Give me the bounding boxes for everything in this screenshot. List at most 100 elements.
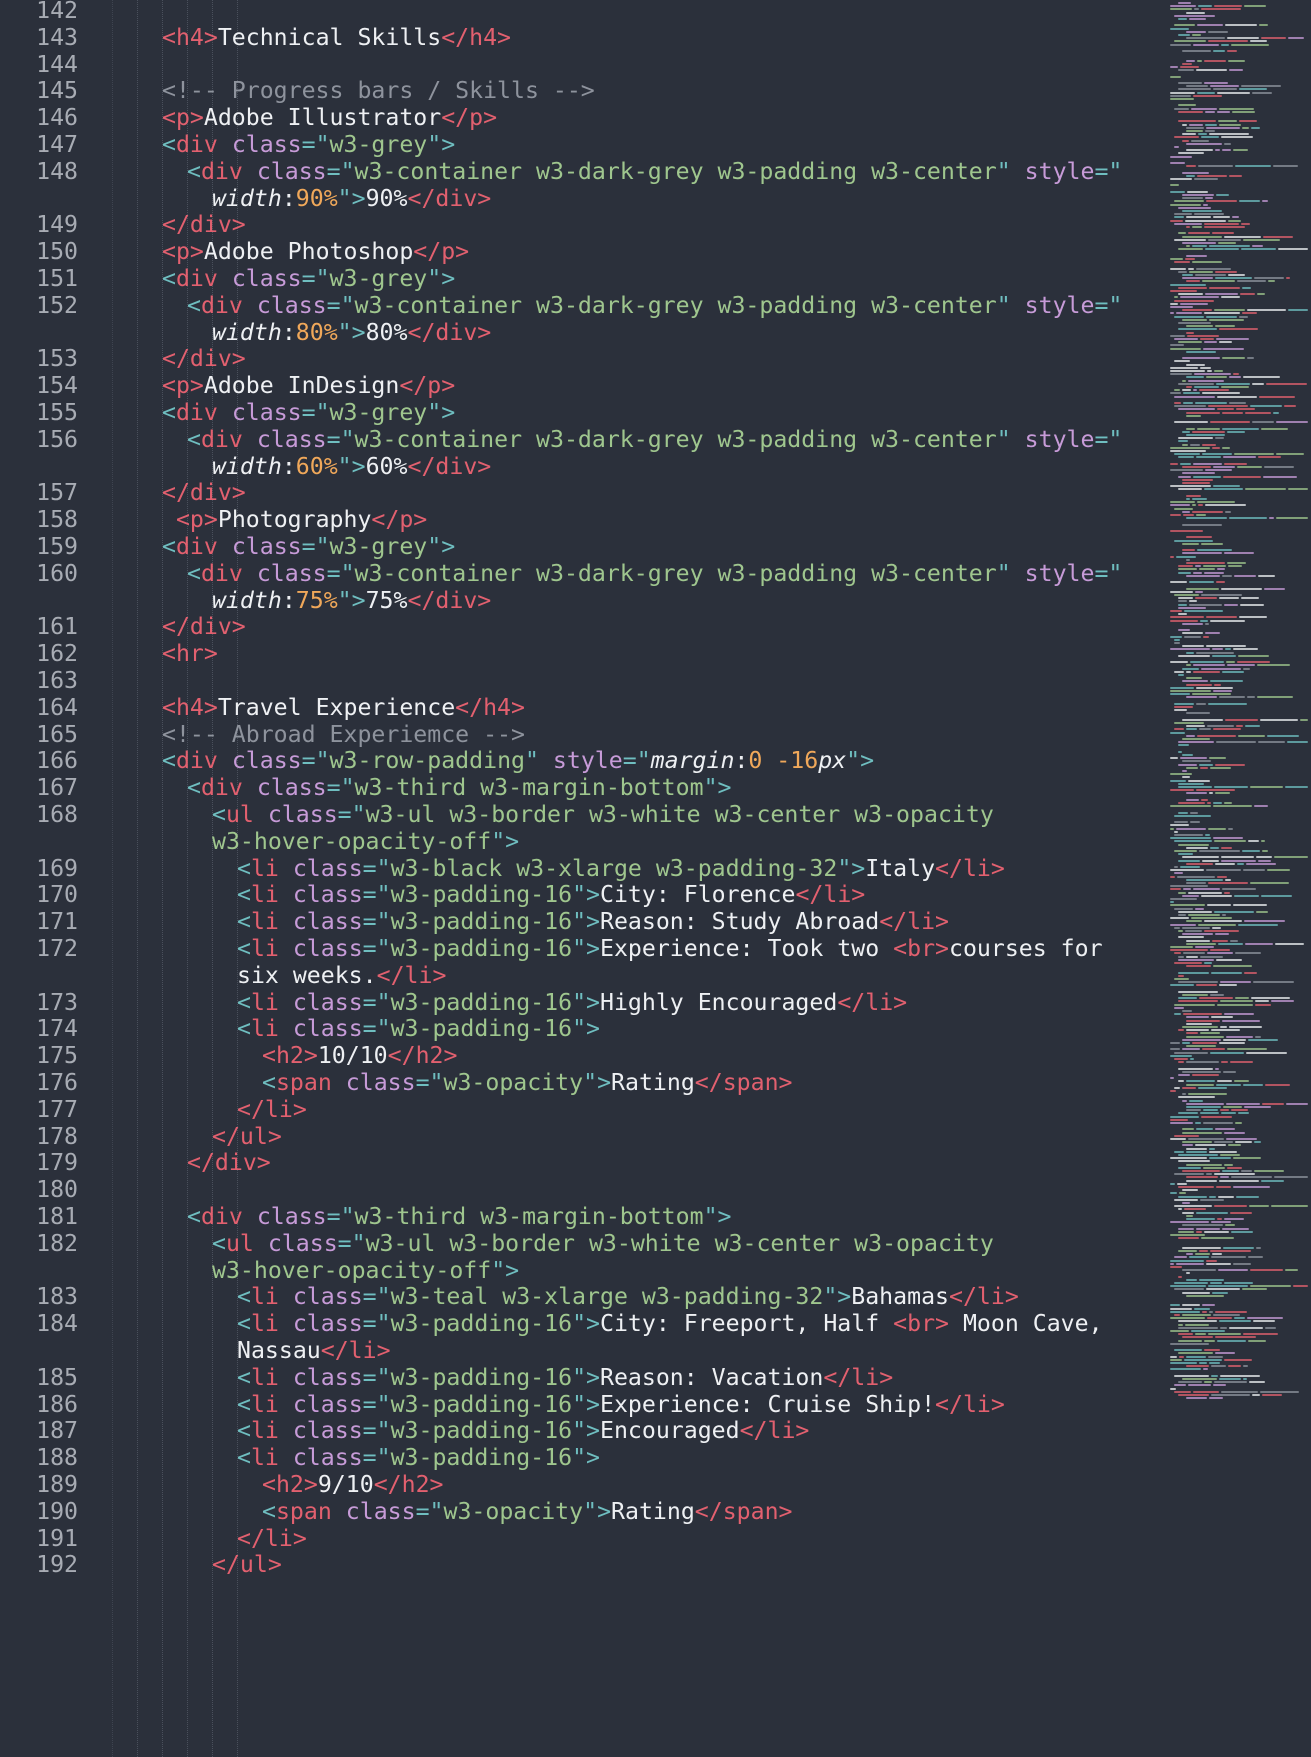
token-punc: ">: [427, 399, 456, 426]
code-line[interactable]: w3-hover-opacity-off">: [0, 827, 1165, 857]
code-line[interactable]: 192 </ul>: [0, 1550, 1165, 1580]
code-line[interactable]: 147 <div class="w3-grey">: [0, 130, 1165, 160]
code-line[interactable]: 144: [0, 50, 1165, 80]
code-line[interactable]: 190 <span class="w3-opacity">Rating</span…: [0, 1497, 1165, 1527]
token-punc: <: [187, 1203, 201, 1230]
code-line[interactable]: 148 <div class="w3-container w3-dark-grey…: [0, 157, 1165, 187]
token-tag: ul: [225, 1229, 254, 1257]
code-line[interactable]: 162 <hr>: [0, 639, 1165, 669]
code-line[interactable]: 176 <span class="w3-opacity">Rating</span…: [0, 1068, 1165, 1098]
code-line[interactable]: 155 <div class="w3-grey">: [0, 398, 1165, 428]
code-line[interactable]: 179 </div>: [0, 1148, 1165, 1178]
minimap-mark: [1182, 994, 1208, 996]
code-line[interactable]: 150 <p>Adobe Photoshop</p>: [0, 237, 1165, 267]
minimap-mark: [1176, 1262, 1204, 1265]
code-line[interactable]: 165 <!-- Abroad Experiemce -->: [0, 720, 1165, 750]
line-number: 174: [36, 1015, 78, 1043]
minimap-mark: [1204, 930, 1239, 932]
code-line[interactable]: width:90%">90%</div>: [0, 184, 1165, 214]
token-punc: <: [237, 1417, 251, 1445]
minimap-mark: [1245, 942, 1273, 945]
token-tag: div: [200, 157, 243, 185]
minimap-mark: [1214, 1205, 1247, 1208]
line-number: 176: [36, 1069, 78, 1096]
code-line[interactable]: 174 <li class="w3-padding-16">: [0, 1014, 1165, 1044]
minimap-mark: [1186, 712, 1210, 715]
code-editor[interactable]: 142 143 <h4>Technical Skills</h4> 144 145 <!-…: [0, 0, 1165, 1757]
code-line[interactable]: 173 <li class="w3-padding-16">Highly Enco…: [0, 988, 1165, 1018]
code-line[interactable]: 158 <p>Photography</p>: [0, 505, 1165, 535]
code-line[interactable]: 185 <li class="w3-padding-16">Reason: Vac…: [0, 1363, 1165, 1393]
code-line[interactable]: 182 <ul class="w3-ul w3-border w3-white w…: [0, 1229, 1165, 1259]
code-line[interactable]: w3-hover-opacity-off">: [0, 1256, 1165, 1286]
minimap-mark: [1228, 219, 1241, 222]
token-punc: ">: [583, 1069, 612, 1096]
code-line[interactable]: 145 <!-- Progress bars / Skills -->: [0, 76, 1165, 106]
code-line[interactable]: 161 </div>: [0, 612, 1165, 642]
token-punc: =": [415, 1497, 444, 1525]
minimap-mark: [1186, 126, 1204, 129]
code-line[interactable]: 151 <div class="w3-grey">: [0, 264, 1165, 294]
code-line[interactable]: 146 <p>Adobe Illustrator</p>: [0, 103, 1165, 133]
code-line[interactable]: 186 <li class="w3-padding-16">Experience:…: [0, 1390, 1165, 1420]
minimap-mark: [1205, 130, 1215, 132]
minimap-mark: [1228, 1144, 1241, 1147]
code-line[interactable]: width:75%">75%</div>: [0, 586, 1165, 616]
code-line[interactable]: 172 <li class="w3-padding-16">Experience:…: [0, 934, 1165, 964]
code-line[interactable]: 163: [0, 666, 1165, 696]
minimap-mark: [1249, 1381, 1265, 1384]
code-line[interactable]: 168 <ul class="w3-ul w3-border w3-white w…: [0, 800, 1165, 830]
code-line[interactable]: 166 <div class="w3-row-padding" style="ma…: [0, 746, 1165, 776]
code-line[interactable]: 189 <h2>9/10</h2>: [0, 1470, 1165, 1500]
code-line[interactable]: 160 <div class="w3-container w3-dark-grey…: [0, 559, 1165, 589]
minimap-mark: [1186, 494, 1201, 497]
code-line[interactable]: six weeks.</li>: [0, 961, 1165, 991]
code-line[interactable]: 153 </div>: [0, 344, 1165, 374]
code-line[interactable]: 143 <h4>Technical Skills</h4>: [0, 23, 1165, 53]
code-line[interactable]: 175 <h2>10/10</h2>: [0, 1041, 1165, 1071]
token-punc: =": [326, 157, 355, 185]
code-line[interactable]: width:60%">60%</div>: [0, 452, 1165, 482]
code-line[interactable]: 187 <li class="w3-padding-16">Encouraged<…: [0, 1416, 1165, 1446]
minimap[interactable]: [1168, 0, 1311, 1757]
minimap-mark: [1170, 178, 1192, 180]
minimap-mark: [1254, 277, 1284, 280]
code-line[interactable]: 156 <div class="w3-container w3-dark-grey…: [0, 425, 1165, 455]
code-line[interactable]: 152 <div class="w3-container w3-dark-grey…: [0, 291, 1165, 321]
code-line[interactable]: 154 <p>Adobe InDesign</p>: [0, 371, 1165, 401]
minimap-mark: [1209, 1150, 1237, 1153]
code-line[interactable]: 169 <li class="w3-black w3-xlarge w3-padd…: [0, 854, 1165, 884]
code-line[interactable]: 183 <li class="w3-teal w3-xlarge w3-paddi…: [0, 1282, 1165, 1312]
token-str: w3-third w3-margin-bottom: [354, 1203, 704, 1230]
minimap-mark: [1176, 555, 1196, 558]
minimap-mark: [1230, 1061, 1253, 1064]
code-line[interactable]: 191 </li>: [0, 1524, 1165, 1554]
token-tag: </span>: [694, 1069, 793, 1096]
minimap-mark: [1170, 267, 1186, 270]
minimap-mark: [1178, 1195, 1207, 1198]
code-line[interactable]: 180: [0, 1175, 1165, 1205]
code-line[interactable]: Nassau</li>: [0, 1336, 1165, 1366]
code-line[interactable]: 159 <div class="w3-grey">: [0, 532, 1165, 562]
code-line[interactable]: 181 <div class="w3-third w3-margin-bottom…: [0, 1202, 1165, 1232]
code-line[interactable]: 171 <li class="w3-padding-16">Reason: Stu…: [0, 907, 1165, 937]
token-txt: 80%: [365, 318, 408, 346]
code-line[interactable]: 157 </div>: [0, 478, 1165, 508]
minimap-mark: [1170, 203, 1201, 206]
minimap-mark: [1223, 1106, 1242, 1108]
minimap-mark: [1217, 1218, 1222, 1220]
code-line[interactable]: 167 <div class="w3-third w3-margin-bottom…: [0, 773, 1165, 803]
token-punc: =": [337, 801, 366, 828]
code-line[interactable]: 184 <li class="w3-padding-16">City: Freep…: [0, 1309, 1165, 1339]
minimap-mark: [1235, 952, 1261, 955]
code-line[interactable]: 164 <h4>Travel Experience</h4>: [0, 693, 1165, 723]
minimap-mark: [1170, 312, 1174, 315]
code-line[interactable]: 177 </li>: [0, 1095, 1165, 1125]
code-line[interactable]: 188 <li class="w3-padding-16">: [0, 1443, 1165, 1473]
token-punc: =": [301, 399, 330, 426]
minimap-mark: [1186, 536, 1212, 539]
code-line[interactable]: 178 </ul>: [0, 1122, 1165, 1152]
code-line[interactable]: 170 <li class="w3-padding-16">City: Flore…: [0, 880, 1165, 910]
code-line[interactable]: width:80%">80%</div>: [0, 318, 1165, 348]
code-line[interactable]: 149 </div>: [0, 210, 1165, 240]
